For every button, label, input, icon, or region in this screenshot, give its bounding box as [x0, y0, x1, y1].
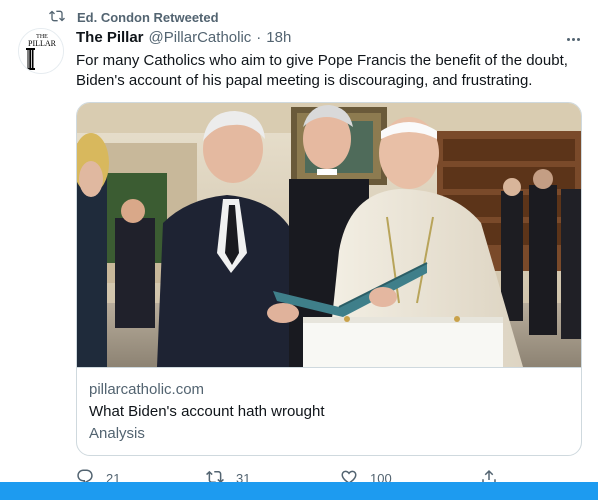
- tweet[interactable]: Ed. Condon Retweeted THE PILLAR The Pill…: [0, 0, 598, 500]
- author-handle[interactable]: @PillarCatholic: [149, 29, 252, 46]
- card-body[interactable]: pillarcatholic.com What Biden's account …: [77, 367, 581, 455]
- card-title: What Biden's account hath wrought: [89, 403, 325, 420]
- avatar-text-main: PILLAR: [28, 39, 57, 48]
- card-description: Analysis: [89, 425, 145, 442]
- tweet-text: For many Catholics who aim to give Pope …: [76, 52, 568, 89]
- papal-meeting-photo: [77, 103, 581, 367]
- avatar[interactable]: THE PILLAR: [18, 28, 64, 74]
- pillar-logo-icon: THE PILLAR: [19, 29, 63, 73]
- card-image[interactable]: [77, 103, 581, 367]
- separator-dot: ·: [256, 29, 262, 46]
- tweet-header: The Pillar @PillarCatholic · 18h: [76, 29, 291, 46]
- retweet-context: Ed. Condon Retweeted: [49, 8, 219, 26]
- card-domain: pillarcatholic.com: [89, 381, 205, 398]
- author-name[interactable]: The Pillar: [76, 29, 144, 46]
- link-card[interactable]: pillarcatholic.com What Biden's account …: [76, 102, 582, 456]
- retweet-label[interactable]: Ed. Condon Retweeted: [77, 10, 219, 25]
- bottom-banner: [0, 482, 598, 500]
- retweet-icon: [49, 8, 65, 27]
- more-options-icon[interactable]: [562, 30, 584, 48]
- tweet-timestamp[interactable]: 18h: [266, 29, 291, 46]
